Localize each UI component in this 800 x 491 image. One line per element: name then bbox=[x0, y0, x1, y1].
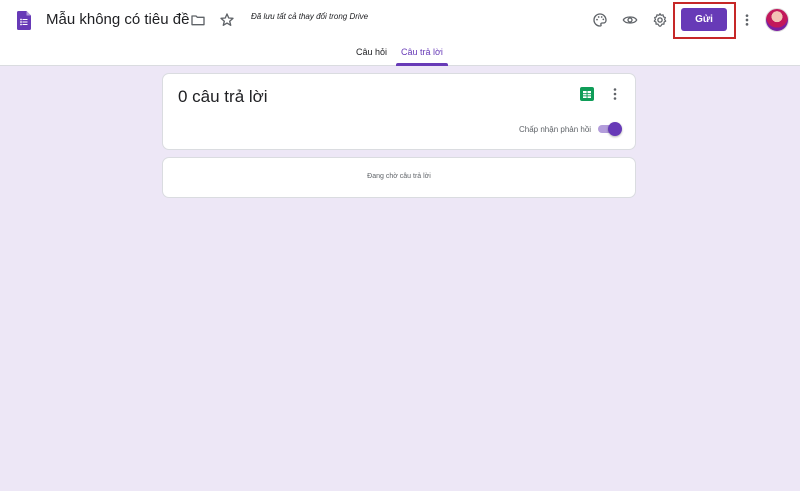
sheets-icon[interactable] bbox=[580, 87, 594, 101]
more-vert-icon[interactable] bbox=[609, 85, 621, 103]
accept-responses-toggle[interactable] bbox=[596, 122, 622, 136]
waiting-message: Đang chờ câu trả lời bbox=[367, 173, 431, 180]
toggle-knob bbox=[608, 122, 622, 136]
form-title[interactable]: Mẫu không có tiêu đề bbox=[46, 11, 189, 28]
accept-responses-label: Chấp nhận phản hồi bbox=[519, 125, 592, 134]
gear-icon[interactable] bbox=[649, 9, 671, 31]
active-tab-indicator bbox=[396, 63, 448, 66]
avatar[interactable] bbox=[765, 8, 789, 32]
more-vert-icon[interactable] bbox=[736, 9, 758, 31]
folder-icon[interactable] bbox=[187, 9, 209, 31]
forms-logo-icon[interactable] bbox=[17, 11, 31, 30]
tab-questions[interactable]: Câu hỏi bbox=[356, 47, 387, 57]
response-count: 0 câu trả lời bbox=[178, 87, 268, 106]
top-app-bar: Mẫu không có tiêu đề Đã lưu tất cả thay … bbox=[0, 0, 800, 66]
save-status: Đã lưu tất cả thay đổi trong Drive bbox=[251, 12, 369, 21]
eye-icon[interactable] bbox=[619, 9, 641, 31]
star-icon[interactable] bbox=[216, 9, 238, 31]
responses-summary-card: 0 câu trả lời Chấp nhận phản hồi bbox=[162, 73, 636, 150]
waiting-card: Đang chờ câu trả lời bbox=[162, 157, 636, 198]
tab-responses[interactable]: Câu trả lời bbox=[401, 47, 443, 57]
send-button[interactable]: Gửi bbox=[681, 8, 727, 31]
palette-icon[interactable] bbox=[589, 9, 611, 31]
